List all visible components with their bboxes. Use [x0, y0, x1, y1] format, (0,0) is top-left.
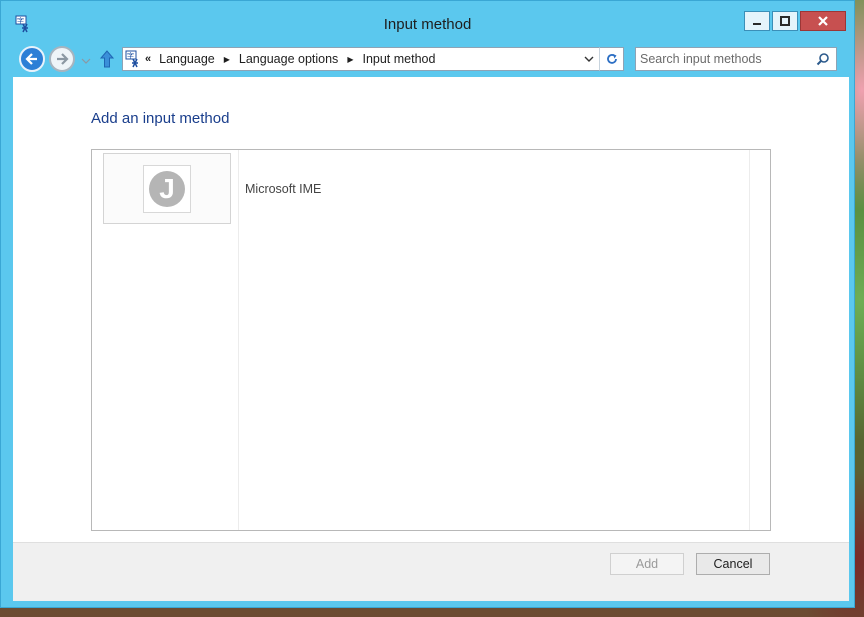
- breadcrumb-item-input-method[interactable]: Input method: [362, 52, 435, 66]
- search-box: [635, 47, 837, 71]
- ime-icon-letter: J: [159, 172, 175, 204]
- breadcrumb-separator-icon[interactable]: ▶: [347, 55, 353, 64]
- input-method-list[interactable]: J Microsoft IME: [91, 149, 771, 531]
- add-button[interactable]: Add: [610, 553, 684, 575]
- chevron-down-icon: [584, 56, 594, 62]
- list-item-thumbnail[interactable]: J: [103, 153, 231, 224]
- search-input[interactable]: [636, 48, 820, 70]
- dialog-window: 字 Input method 字 « Language ▶ Language o…: [0, 0, 855, 608]
- recent-locations-button[interactable]: [81, 54, 91, 68]
- ime-j-icon: J: [149, 170, 185, 207]
- cancel-button[interactable]: Cancel: [696, 553, 770, 575]
- maximize-button[interactable]: [772, 11, 798, 31]
- minimize-icon: [753, 23, 761, 25]
- caption-buttons: [744, 11, 846, 31]
- close-icon: [818, 16, 828, 26]
- breadcrumb-overflow[interactable]: «: [145, 53, 151, 65]
- language-location-icon: 字: [125, 50, 143, 71]
- ime-tile: J: [143, 164, 191, 213]
- refresh-button[interactable]: [599, 47, 624, 71]
- close-button[interactable]: [800, 11, 846, 31]
- back-button[interactable]: [19, 46, 45, 72]
- breadcrumb-item-language[interactable]: Language: [159, 52, 215, 66]
- window-title: Input method: [383, 16, 472, 33]
- navigation-bar: 字 « Language ▶ Language options ▶ Input …: [11, 41, 846, 76]
- thumbnail-column: J: [92, 150, 239, 530]
- address-bar[interactable]: 字 « Language ▶ Language options ▶ Input …: [122, 47, 600, 71]
- breadcrumb: « Language ▶ Language options ▶ Input me…: [145, 48, 435, 70]
- address-history-dropdown[interactable]: [579, 48, 599, 70]
- search-icon[interactable]: [816, 52, 830, 69]
- minimize-button[interactable]: [744, 11, 770, 31]
- column-divider: [749, 150, 750, 530]
- dialog-footer: Add Cancel: [13, 542, 849, 601]
- breadcrumb-separator-icon[interactable]: ▶: [224, 55, 230, 64]
- chevron-down-icon: [81, 58, 91, 64]
- page-title: Add an input method: [91, 110, 230, 127]
- arrow-right-icon: [57, 53, 69, 65]
- maximize-icon: [780, 16, 790, 26]
- breadcrumb-item-language-options[interactable]: Language options: [239, 52, 338, 66]
- forward-button[interactable]: [49, 46, 75, 72]
- list-item-label[interactable]: Microsoft IME: [245, 182, 321, 196]
- refresh-icon: [606, 54, 617, 64]
- up-button[interactable]: [99, 49, 115, 72]
- main-content: Add an input method J Microsoft IME: [13, 77, 849, 542]
- arrow-up-icon: [99, 50, 115, 68]
- title-bar[interactable]: 字 Input method: [1, 1, 854, 39]
- svg-text:字: 字: [127, 51, 134, 60]
- arrow-left-icon: [25, 53, 37, 65]
